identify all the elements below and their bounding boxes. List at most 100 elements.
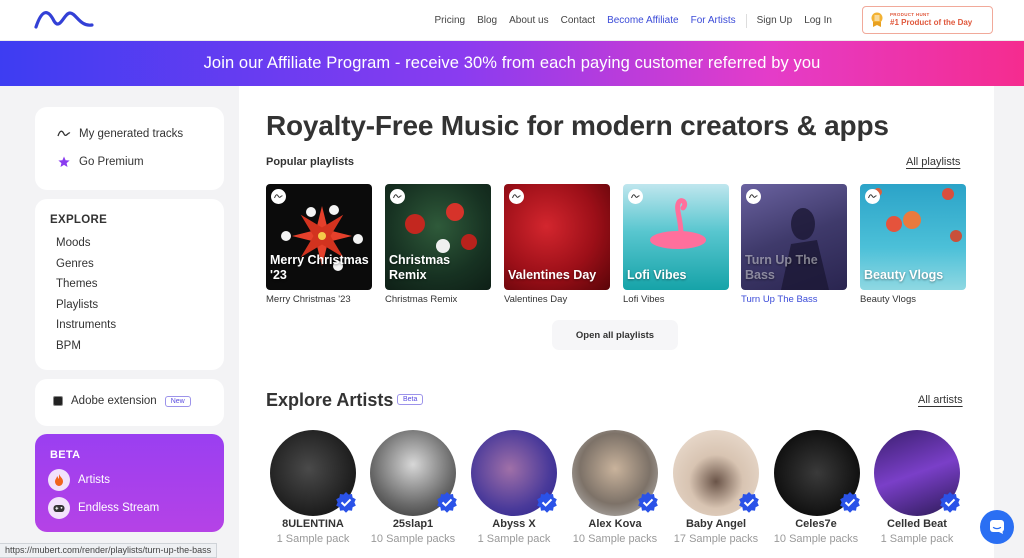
nav-blog[interactable]: Blog [471,15,503,26]
artist-name[interactable]: Celled Beat [862,518,972,530]
sidebar-beta-card: BETA Artists Endless Stream [35,434,224,532]
playlist-tile-title: Merry Christmas '23 [270,253,369,282]
nav-for-artists[interactable]: For Artists [685,15,742,26]
playlist-tile-lofi-vibes[interactable]: Lofi Vibes [623,184,729,290]
wave-icon [271,189,286,204]
nav-log-in[interactable]: Log In [798,15,838,26]
all-playlists-link[interactable]: All playlists [906,156,960,168]
fire-icon [48,469,70,491]
sidebar-item-moods[interactable]: Moods [56,237,91,249]
affiliate-banner[interactable]: Join our Affiliate Program - receive 30%… [0,41,1024,86]
playlist-caption[interactable]: Beauty Vlogs [860,294,916,305]
top-nav: Pricing Blog About us Contact Become Aff… [429,0,838,41]
sidebar-item-endless-stream[interactable]: Endless Stream [48,497,159,519]
wave-icon [746,189,761,204]
sidebar-item-bpm[interactable]: BPM [56,340,81,352]
gamepad-icon [48,497,70,519]
playlist-caption[interactable]: Merry Christmas '23 [266,294,351,305]
playlist-tile-title: Beauty Vlogs [864,268,944,282]
verified-badge-icon [739,492,759,513]
wave-icon [865,189,880,204]
artist-sample-packs: 10 Sample packs [773,533,859,545]
main-content: Royalty-Free Music for modern creators &… [239,86,994,558]
affiliate-banner-text: Join our Affiliate Program - receive 30%… [203,54,821,72]
top-header: Pricing Blog About us Contact Become Aff… [0,0,1024,41]
adobe-extension-link[interactable]: Adobe extension New [53,395,191,407]
star-icon [57,156,71,168]
nav-become-affiliate[interactable]: Become Affiliate [601,15,685,26]
mubert-logo[interactable] [34,11,94,29]
artist-name[interactable]: Abyss X [459,518,569,530]
playlist-tile-valentines-day[interactable]: Valentines Day [504,184,610,290]
product-hunt-badge[interactable]: PRODUCT HUNT #1 Product of the Day [862,6,993,34]
sidebar-item-themes[interactable]: Themes [56,278,98,290]
sidebar-item-instruments[interactable]: Instruments [56,319,116,331]
sidebar-item-label: Artists [78,474,110,486]
verified-badge-icon [537,492,557,513]
nav-sign-up[interactable]: Sign Up [751,15,799,26]
sidebar-item-go-premium[interactable]: Go Premium [57,156,144,168]
artist-sample-packs: 10 Sample packs [572,533,658,545]
wave-icon [509,189,524,204]
beta-heading: BETA [50,449,81,461]
artist-name[interactable]: 25slap1 [358,518,468,530]
sidebar-explore-card: EXPLORE Moods Genres Themes Playlists In… [35,199,224,370]
verified-badge-icon [437,492,457,513]
wave-icon [57,128,71,140]
sidebar-item-label: My generated tracks [79,128,184,140]
playlist-tile-title: Valentines Day [508,268,597,282]
verified-badge-icon [638,492,658,513]
product-hunt-label: PRODUCT HUNT [890,11,930,17]
artist-sample-packs: 1 Sample pack [880,533,954,545]
wave-icon [390,189,405,204]
nav-contact[interactable]: Contact [555,15,601,26]
chat-button[interactable] [980,510,1014,544]
medal-icon [871,12,883,27]
sidebar-adobe-card: Adobe extension New [35,379,224,426]
nav-divider [745,13,747,28]
sidebar-item-artists[interactable]: Artists [48,469,110,491]
beta-tag: Beta [397,394,424,405]
link-status-bar: https://mubert.com/render/playlists/turn… [0,543,218,558]
playlist-caption[interactable]: Lofi Vibes [623,294,665,305]
playlist-tile-title: Christmas Remix [389,253,451,282]
nav-pricing[interactable]: Pricing [429,15,472,26]
nav-about-us[interactable]: About us [503,15,554,26]
all-artists-link[interactable]: All artists [918,394,963,406]
playlist-tile-christmas-remix[interactable]: Christmas Remix [385,184,491,290]
artist-sample-packs: 17 Sample packs [673,533,759,545]
explore-heading: EXPLORE [50,214,108,226]
sidebar-item-label: Go Premium [79,156,144,168]
adobe-icon [53,396,63,406]
playlist-tile-beauty-vlogs[interactable]: Beauty Vlogs [860,184,966,290]
chat-icon [990,520,1004,534]
verified-badge-icon [336,492,356,513]
playlist-tile-title: Turn Up The Bass [745,253,818,282]
open-all-playlists-button[interactable]: Open all playlists [552,320,678,350]
sidebar-item-label: Endless Stream [78,502,160,514]
playlist-caption[interactable]: Christmas Remix [385,294,457,305]
sidebar-item-genres[interactable]: Genres [56,258,94,270]
new-badge: New [164,395,191,407]
artist-name[interactable]: Alex Kova [560,518,670,530]
sidebar-item-my-generated-tracks[interactable]: My generated tracks [57,128,183,140]
adobe-extension-label: Adobe extension [71,395,157,407]
artist-sample-packs: 1 Sample pack [276,533,350,545]
wave-icon [628,189,643,204]
explore-artists-heading: Explore Artists [266,390,394,410]
verified-badge-icon [840,492,860,513]
playlist-tile-turn-up-the-bass[interactable]: Turn Up The Bass [741,184,847,290]
sidebar-item-playlists[interactable]: Playlists [56,299,98,311]
artist-name[interactable]: Celes7e [761,518,871,530]
playlist-tile-title: Lofi Vibes [627,268,687,282]
artist-sample-packs: 1 Sample pack [477,533,551,545]
product-hunt-title: #1 Product of the Day [890,18,973,28]
playlist-tile-merry-christmas[interactable]: Merry Christmas '23 [266,184,372,290]
verified-badge-icon [940,492,960,513]
playlist-caption[interactable]: Valentines Day [504,294,567,305]
artist-name[interactable]: Baby Angel [661,518,771,530]
playlist-caption[interactable]: Turn Up The Bass [741,294,818,305]
product-hunt-text: PRODUCT HUNT #1 Product of the Day [890,11,973,28]
artist-name[interactable]: 8ULENTINA [258,518,368,530]
sidebar-user-card: My generated tracks Go Premium [35,107,224,190]
